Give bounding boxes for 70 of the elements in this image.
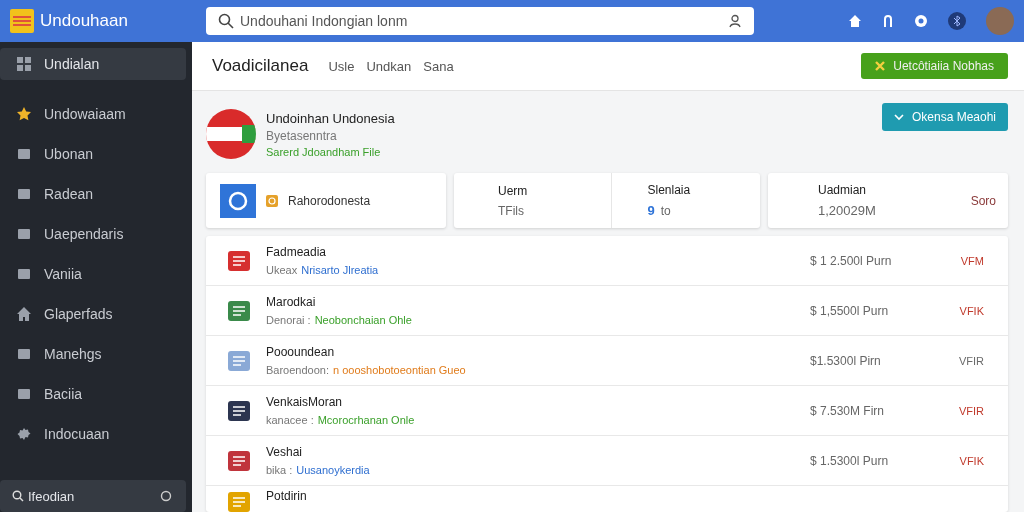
sidebar-item[interactable]: Glaperfads — [0, 294, 186, 334]
stat-value: to — [660, 203, 671, 218]
circle-icon — [160, 490, 172, 502]
item-price: $ 1.5300l Purn — [810, 453, 890, 468]
item-name: Poooundean — [266, 345, 336, 359]
item-price: $ 1,5500l Purn — [810, 303, 890, 318]
chevron-icon — [893, 113, 904, 121]
item-action-link[interactable]: VFIK — [954, 304, 984, 317]
profile-subtitle: Byetasenntra — [266, 128, 338, 143]
user-icon[interactable] — [728, 14, 742, 28]
item-value: Neobonchaian Ohle — [314, 314, 412, 326]
item-label: Ukeax — [266, 264, 298, 276]
item-label: bika : — [266, 464, 293, 476]
breadcrumb-link[interactable]: Sana — [423, 58, 454, 74]
sidebar-search-field[interactable]: Ifeodian — [0, 480, 186, 512]
item-label: Denorai : — [266, 314, 311, 326]
sidebar-item[interactable]: Baciia — [0, 374, 186, 414]
item-action-link[interactable]: VFIR — [954, 404, 984, 417]
sidebar-item[interactable]: Radean — [0, 174, 186, 214]
bluetooth-icon[interactable] — [948, 12, 966, 30]
star-icon — [16, 106, 32, 122]
item-price: $1.5300l Pirn — [810, 353, 882, 368]
item-action-link[interactable]: VFM — [954, 254, 984, 267]
sidebar-item[interactable]: Manehgs — [0, 334, 186, 374]
search-icon — [12, 490, 24, 502]
profile-name: Undoinhan Undonesia — [266, 110, 395, 126]
stat-label: Rahorodonesta — [288, 193, 371, 208]
sidebar-item[interactable]: Undialan — [0, 48, 186, 80]
item-name: Fadmeadia — [266, 245, 328, 259]
item-label: Baroendoon: — [266, 364, 329, 376]
stat-heading: Slenlaia — [647, 183, 692, 197]
item-price: $ 7.530M Firn — [810, 403, 886, 418]
sidebar-item[interactable]: Indocuaan — [0, 414, 186, 454]
logo-icon — [10, 9, 34, 33]
item-name: Potdirin — [266, 489, 307, 503]
page-title: Voadicilanea — [212, 56, 309, 76]
sidebar-item[interactable]: Vaniia — [0, 254, 186, 294]
search-field[interactable]: Undouhani Indongian lonm — [206, 7, 754, 35]
bell-icon[interactable] — [882, 14, 894, 28]
item-name: VenkaisMoran — [266, 395, 344, 409]
search-icon — [218, 13, 234, 29]
home-icon[interactable] — [848, 14, 862, 28]
stat-heading: Uadmian — [818, 183, 868, 197]
app-name: Undouhaan — [40, 11, 128, 31]
item-value: n oooshobotoeontian Gueo — [333, 364, 466, 376]
sidebar-item[interactable]: Undowaiaam — [0, 94, 186, 134]
item-value: Uusanoykerdia — [296, 464, 370, 476]
stat-value: TFils — [498, 203, 524, 218]
settings-icon — [16, 426, 32, 442]
app-icon — [220, 183, 256, 218]
stat-note: Soro — [970, 193, 996, 208]
item-value: Nrisarto Jlreatia — [301, 264, 379, 276]
stat-heading: Uerm — [498, 183, 529, 198]
breadcrumb-link[interactable]: Undkan — [366, 58, 412, 74]
flag-icon — [206, 109, 256, 159]
clock-icon — [266, 194, 278, 207]
stat-value: 1,20029M — [818, 203, 876, 218]
item-action-link[interactable]: VFIK — [954, 454, 984, 467]
sidebar-item[interactable]: Ubonan — [0, 134, 186, 174]
home-icon — [16, 306, 32, 322]
sidebar-item[interactable]: Uaependaris — [0, 214, 186, 254]
count-label: 9 — [647, 203, 655, 218]
item-label: kanacee : — [266, 414, 314, 426]
chat-icon[interactable] — [914, 14, 928, 28]
item-name: Marodkai — [266, 295, 317, 309]
item-price: $ 1 2.500l Purn — [810, 253, 893, 268]
item-action-link[interactable]: VFIR — [954, 354, 984, 367]
item-value: Mcorocrhanan Onle — [317, 414, 415, 426]
item-name: Veshai — [266, 445, 304, 459]
breadcrumb-link[interactable]: Usle — [328, 58, 355, 74]
